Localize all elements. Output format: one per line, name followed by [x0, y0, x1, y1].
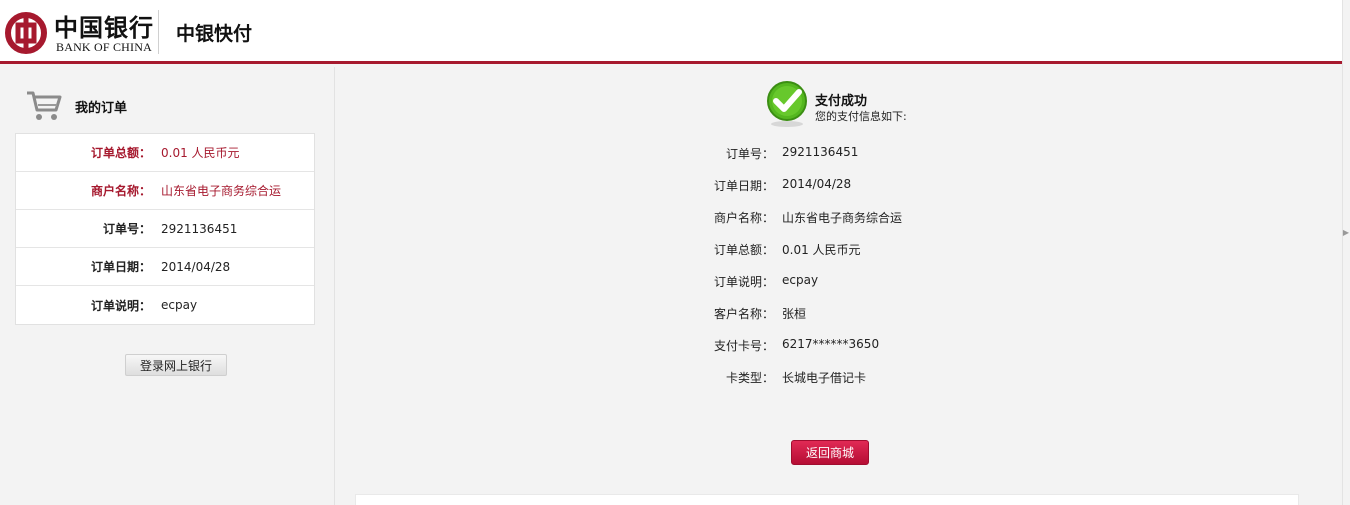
order-label: 订单总额：	[90, 146, 151, 160]
checkmark-circle-icon	[767, 81, 807, 127]
scroll-arrow-icon: ▶	[1342, 228, 1349, 237]
page-title: 中银快付	[176, 23, 253, 45]
order-label: 订单说明：	[90, 298, 151, 313]
order-row-number: 订单号： 2921136451	[16, 210, 314, 248]
detail-label: 卡类型：	[725, 371, 774, 385]
detail-value: 长城电子借记卡	[782, 371, 867, 385]
detail-label: 订单日期：	[713, 179, 774, 193]
order-sidebar: 我的订单 订单总额： 0.01 人民币元 商户名称： 山东省电子商务综合运 订单…	[0, 67, 335, 505]
order-summary-table: 订单总额： 0.01 人民币元 商户名称： 山东省电子商务综合运 订单号： 29…	[15, 133, 315, 325]
detail-row-order-date: 订单日期： 2014/04/28	[672, 177, 1072, 197]
order-value: ecpay	[161, 298, 198, 312]
logo-english-name: BANK OF CHINA	[56, 40, 152, 54]
detail-value: ecpay	[782, 273, 819, 287]
header-divider	[158, 10, 159, 54]
success-subtitle: 您的支付信息如下:	[815, 110, 907, 123]
logo-chinese-name: 中国银行	[54, 13, 154, 42]
bottom-content-panel	[355, 494, 1299, 505]
detail-label: 订单号：	[725, 147, 774, 161]
vertical-scrollbar[interactable]: ▶	[1342, 0, 1350, 505]
site-header: 中国银行 BANK OF CHINA 中银快付	[0, 0, 1342, 64]
order-label: 商户名称：	[90, 184, 151, 198]
detail-value: 0.01 人民币元	[782, 243, 861, 257]
detail-value: 张桓	[782, 307, 807, 321]
my-orders-heading: 我的订单	[75, 101, 128, 116]
detail-row-merchant: 商户名称： 山东省电子商务综合运	[672, 209, 1072, 229]
detail-label: 商户名称：	[713, 211, 774, 225]
order-row-description: 订单说明： ecpay	[16, 286, 314, 324]
order-value: 2921136451	[161, 221, 238, 236]
order-row-merchant: 商户名称： 山东省电子商务综合运	[16, 172, 314, 210]
order-row-total: 订单总额： 0.01 人民币元	[16, 134, 314, 172]
success-title: 支付成功	[815, 94, 868, 109]
detail-row-total: 订单总额： 0.01 人民币元	[672, 241, 1072, 261]
detail-row-card-type: 卡类型： 长城电子借记卡	[672, 369, 1072, 389]
detail-label: 订单总额：	[713, 243, 774, 257]
shopping-cart-icon	[27, 91, 62, 120]
order-label: 订单日期：	[90, 260, 151, 274]
order-row-date: 订单日期： 2014/04/28	[16, 248, 314, 286]
order-value: 2014/04/28	[161, 259, 231, 274]
detail-label: 客户名称：	[713, 307, 774, 321]
detail-label: 支付卡号：	[713, 339, 774, 353]
detail-row-order-number: 订单号： 2921136451	[672, 145, 1072, 165]
order-label: 订单号：	[102, 222, 151, 236]
bank-of-china-logo-icon	[5, 12, 47, 54]
detail-label: 订单说明：	[713, 275, 774, 289]
return-to-store-button[interactable]: 返回商城	[791, 440, 869, 465]
order-value: 山东省电子商务综合运	[161, 184, 282, 198]
payment-result-panel: 支付成功 您的支付信息如下: 订单号： 2921136451 订单日期： 201…	[336, 67, 1342, 505]
detail-row-customer: 客户名称： 张桓	[672, 305, 1072, 325]
detail-value: 2921136451	[782, 145, 859, 159]
detail-value: 6217******3650	[782, 337, 880, 351]
detail-row-card-number: 支付卡号： 6217******3650	[672, 337, 1072, 357]
detail-row-description: 订单说明： ecpay	[672, 273, 1072, 293]
order-value: 0.01 人民币元	[161, 146, 240, 160]
login-online-banking-button[interactable]: 登录网上银行	[125, 354, 227, 376]
detail-value: 2014/04/28	[782, 177, 852, 191]
detail-value: 山东省电子商务综合运	[782, 211, 903, 225]
